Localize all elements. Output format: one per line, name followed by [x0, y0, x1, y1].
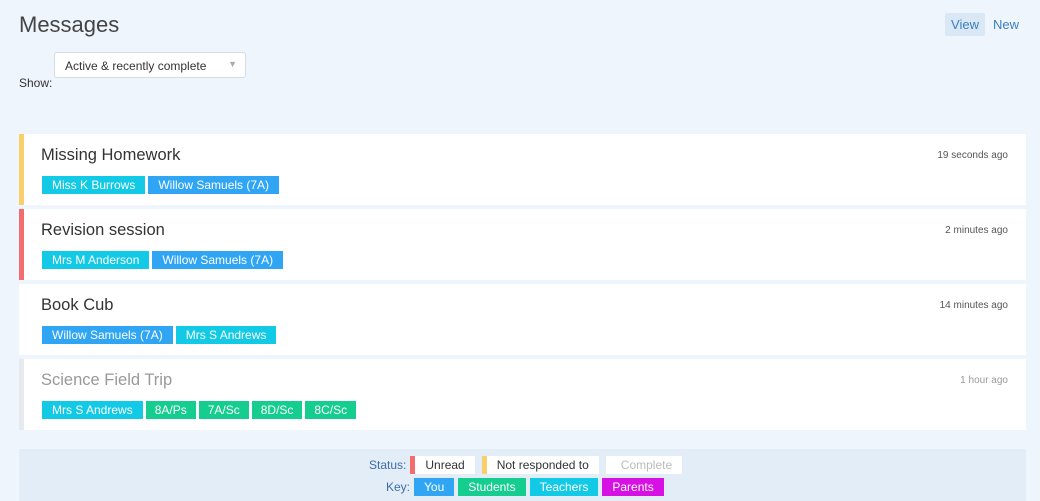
chevron-down-icon: ▼	[228, 59, 237, 69]
participant-tag: Willow Samuels (7A)	[152, 251, 284, 269]
show-filter-value: Active & recently complete	[65, 59, 207, 73]
top-actions: View New	[945, 13, 1025, 36]
participant-tag: 8A/Ps	[145, 401, 196, 419]
participant-tag: 7A/Sc	[198, 401, 249, 419]
message-title[interactable]: Missing Homework	[41, 146, 180, 165]
show-filter-label: Show:	[19, 76, 53, 90]
show-filter-select[interactable]: Active & recently complete ▼	[54, 52, 246, 78]
status-legend-label: Status:	[369, 458, 407, 472]
key-legend-label: Key:	[386, 480, 411, 494]
message-title[interactable]: Revision session	[41, 221, 165, 240]
status-legend: Status: Unread Not responded to Complete	[369, 456, 689, 474]
view-button[interactable]: View	[945, 13, 985, 36]
status-unread-chip: Unread	[410, 456, 475, 474]
key-teachers-chip: Teachers	[529, 478, 599, 496]
message-time: 19 seconds ago	[937, 150, 1008, 161]
message-row[interactable]: Missing Homework 19 seconds ago Miss K B…	[19, 134, 1026, 205]
participant-tag: 8D/Sc	[251, 401, 303, 419]
message-time: 14 minutes ago	[939, 300, 1008, 311]
new-button[interactable]: New	[987, 13, 1025, 36]
key-parents-chip: Parents	[602, 478, 664, 496]
legend-footer: Status: Unread Not responded to Complete…	[19, 449, 1026, 501]
message-participants: Miss K Burrows Willow Samuels (7A)	[42, 176, 280, 194]
participant-tag: Willow Samuels (7A)	[148, 176, 280, 194]
message-title[interactable]: Science Field Trip	[41, 371, 172, 390]
participant-tag: Miss K Burrows	[42, 176, 146, 194]
message-row[interactable]: Book Cub 14 minutes ago Willow Samuels (…	[19, 284, 1026, 355]
status-not-responded-chip: Not responded to	[481, 456, 599, 474]
message-row[interactable]: Revision session 2 minutes ago Mrs M And…	[19, 209, 1026, 280]
participant-tag: Willow Samuels (7A)	[42, 326, 173, 344]
message-list: Missing Homework 19 seconds ago Miss K B…	[19, 134, 1026, 434]
page-title: Messages	[19, 12, 120, 37]
message-row[interactable]: Science Field Trip 1 hour ago Mrs S Andr…	[19, 359, 1026, 430]
participant-tag: Mrs M Anderson	[42, 251, 150, 269]
key-legend: Key: You Students Teachers Parents	[386, 478, 668, 496]
participant-tag: Mrs S Andrews	[42, 401, 143, 419]
key-students-chip: Students	[458, 478, 526, 496]
key-you-chip: You	[414, 478, 455, 496]
participant-tag: Mrs S Andrews	[175, 326, 277, 344]
message-title[interactable]: Book Cub	[41, 296, 113, 315]
message-participants: Willow Samuels (7A) Mrs S Andrews	[42, 326, 277, 344]
participant-tag: 8C/Sc	[305, 401, 357, 419]
message-participants: Mrs S Andrews 8A/Ps 7A/Sc 8D/Sc 8C/Sc	[42, 401, 357, 419]
status-complete-chip: Complete	[605, 456, 683, 474]
message-time: 1 hour ago	[960, 375, 1008, 386]
message-time: 2 minutes ago	[945, 225, 1008, 236]
message-participants: Mrs M Anderson Willow Samuels (7A)	[42, 251, 284, 269]
